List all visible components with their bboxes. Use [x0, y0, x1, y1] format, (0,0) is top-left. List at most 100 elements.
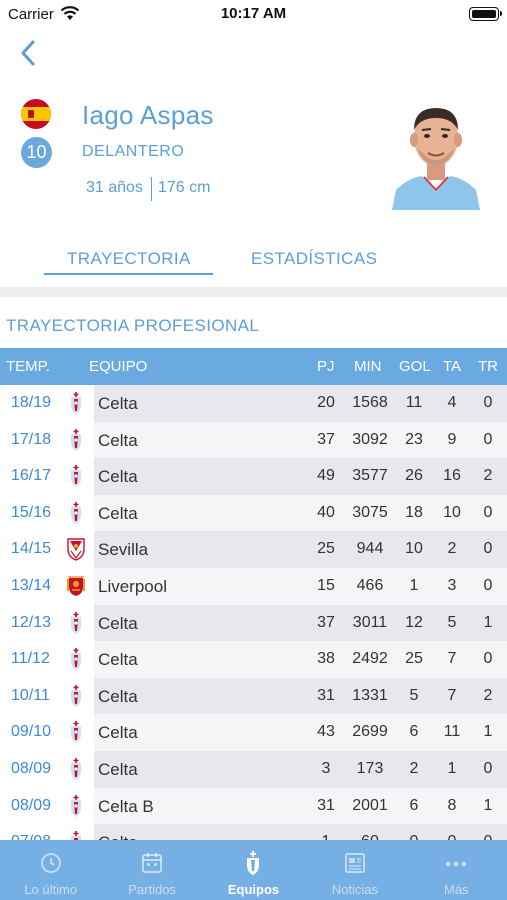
table-row[interactable]: 09/10 Celta 43 2699 6 11 1 — [0, 714, 507, 751]
table-row[interactable]: 11/12 Celta 38 2492 25 7 0 — [0, 641, 507, 678]
table-row[interactable]: 08/09 Celta 3 173 2 1 0 — [0, 751, 507, 788]
cell-ta: 4 — [447, 394, 457, 411]
celta-crest-icon — [66, 501, 86, 525]
table-row[interactable]: 12/13 Celta 37 3011 12 5 1 — [0, 604, 507, 642]
cell-season: 17/18 — [11, 430, 52, 448]
table-row[interactable]: 10/11 Celta 31 1331 5 7 2 — [0, 677, 507, 715]
cell-pj: 25 — [317, 540, 335, 558]
table-row[interactable]: 15/16 Celta 40 3075 18 10 0 — [0, 494, 507, 532]
cell-ta: 9 — [447, 430, 457, 448]
tab-trayectoria[interactable]: TRAYECTORIA — [67, 249, 191, 269]
cell-tr: 1 — [483, 613, 493, 631]
celta-crest-icon — [66, 647, 86, 671]
cell-pj: 43 — [317, 723, 335, 741]
cell-season: 09/10 — [11, 723, 52, 741]
celta-crest-icon — [66, 611, 86, 635]
cell-ta: 11 — [443, 723, 461, 741]
cell-min: 3011 — [352, 613, 388, 631]
cell-team: Celta — [98, 430, 138, 450]
header-team: EQUIPO — [89, 358, 148, 375]
cell-tr: 1 — [483, 796, 493, 814]
table-row[interactable]: 07/08Celta160000 — [0, 824, 507, 840]
table-row[interactable]: 08/09 Celta B 31 2001 6 8 1 — [0, 787, 507, 825]
cell-tr: 0 — [483, 650, 493, 668]
table-row[interactable]: 13/14 Liverpool 15 466 1 3 0 — [0, 568, 507, 605]
liverpool-crest-icon — [66, 574, 86, 598]
tabbar-item-noticias[interactable]: Noticias — [304, 840, 405, 900]
celta-crest-icon — [66, 757, 86, 781]
cell-team: Celta — [98, 503, 138, 523]
cell-pj: 20 — [317, 394, 335, 411]
cell-gol: 6 — [409, 723, 419, 741]
status-bar: Carrier 10:17 AM — [0, 0, 507, 30]
header-gol: GOL — [399, 358, 431, 375]
cell-min: 2001 — [352, 796, 388, 814]
cell-season: 16/17 — [11, 467, 52, 485]
table-row[interactable]: 18/19 Celta 20 1568 11 4 0 — [0, 385, 507, 422]
tabbar-item-equipos[interactable]: Equipos — [203, 840, 304, 900]
cell-min: 173 — [356, 760, 384, 777]
player-photo — [392, 108, 480, 210]
cell-min: 944 — [356, 540, 384, 558]
cell-ta: 5 — [447, 613, 457, 631]
player-name: Iago Aspas — [82, 100, 214, 130]
cell-season: 10/11 — [11, 686, 50, 704]
tab-estadisticas[interactable]: ESTADÍSTICAS — [251, 249, 377, 269]
celta-crest-icon — [241, 850, 265, 876]
cell-ta: 16 — [443, 467, 461, 485]
cell-ta: 7 — [447, 686, 457, 704]
tabbar-label: Noticias — [331, 882, 378, 897]
cell-gol: 23 — [405, 430, 423, 448]
cell-team: Celta — [98, 686, 138, 706]
cell-team: Celta — [98, 650, 138, 670]
sevilla-crest-icon — [66, 537, 86, 562]
cell-gol: 6 — [409, 796, 419, 814]
header-tr: TR — [478, 358, 498, 375]
cell-gol: 11 — [405, 394, 423, 411]
celta-crest-icon — [66, 428, 86, 452]
table-row[interactable]: 14/15 Sevilla 25 944 10 2 0 — [0, 531, 507, 568]
tabbar-item-m-s[interactable]: Más — [406, 840, 507, 900]
back-chevron-icon[interactable] — [14, 38, 44, 68]
cell-pj: 49 — [317, 467, 335, 485]
tabbar-item-lo-ltimo[interactable]: Lo último — [0, 840, 101, 900]
cell-ta: 1 — [447, 760, 457, 777]
cell-tr: 2 — [483, 686, 493, 704]
cell-tr: 0 — [472, 833, 504, 840]
cell-pj: 1 — [310, 833, 342, 840]
header-ta: TA — [443, 358, 462, 375]
table-row[interactable]: 17/18 Celta 37 3092 23 9 0 — [0, 421, 507, 459]
cell-min: 1568 — [352, 394, 388, 411]
cell-season: 12/13 — [11, 613, 52, 631]
news-icon — [343, 850, 367, 876]
cell-team: Celta — [98, 760, 138, 779]
tabbar-label: Equipos — [227, 882, 280, 897]
table-row[interactable]: 16/17 Celta 49 3577 26 16 2 — [0, 458, 507, 495]
cell-gol: 0 — [398, 833, 430, 840]
player-height: 176 cm — [158, 179, 211, 196]
tabbar-label: Partidos — [128, 882, 176, 897]
cell-ta: 3 — [447, 577, 457, 594]
bottom-tab-bar: Lo último Partidos Equipos Noticias Más — [0, 840, 507, 900]
tabbar-item-partidos[interactable]: Partidos — [101, 840, 202, 900]
section-divider — [0, 287, 507, 297]
cell-ta: 2 — [447, 540, 457, 558]
cell-min: 3577 — [352, 467, 388, 485]
cell-season: 08/09 — [11, 760, 52, 777]
cell-tr: 0 — [483, 577, 493, 594]
cell-gol: 12 — [405, 613, 423, 631]
table-header: TEMP. EQUIPO PJ MIN GOL TA TR — [0, 348, 507, 385]
section-title: TRAYECTORIA PROFESIONAL — [6, 316, 260, 335]
celta-crest-icon — [66, 391, 86, 415]
cell-tr: 2 — [483, 467, 493, 485]
player-age: 31 años — [86, 179, 143, 196]
cell-pj: 15 — [317, 577, 335, 594]
spain-flag-icon — [21, 99, 51, 129]
cell-season: 18/19 — [11, 394, 52, 411]
cell-team: Sevilla — [98, 540, 149, 560]
cell-season: 08/09 — [11, 796, 52, 814]
cell-pj: 3 — [321, 760, 331, 777]
header-pj: PJ — [317, 358, 335, 375]
cell-pj: 37 — [317, 430, 335, 448]
clock-icon — [39, 850, 63, 876]
